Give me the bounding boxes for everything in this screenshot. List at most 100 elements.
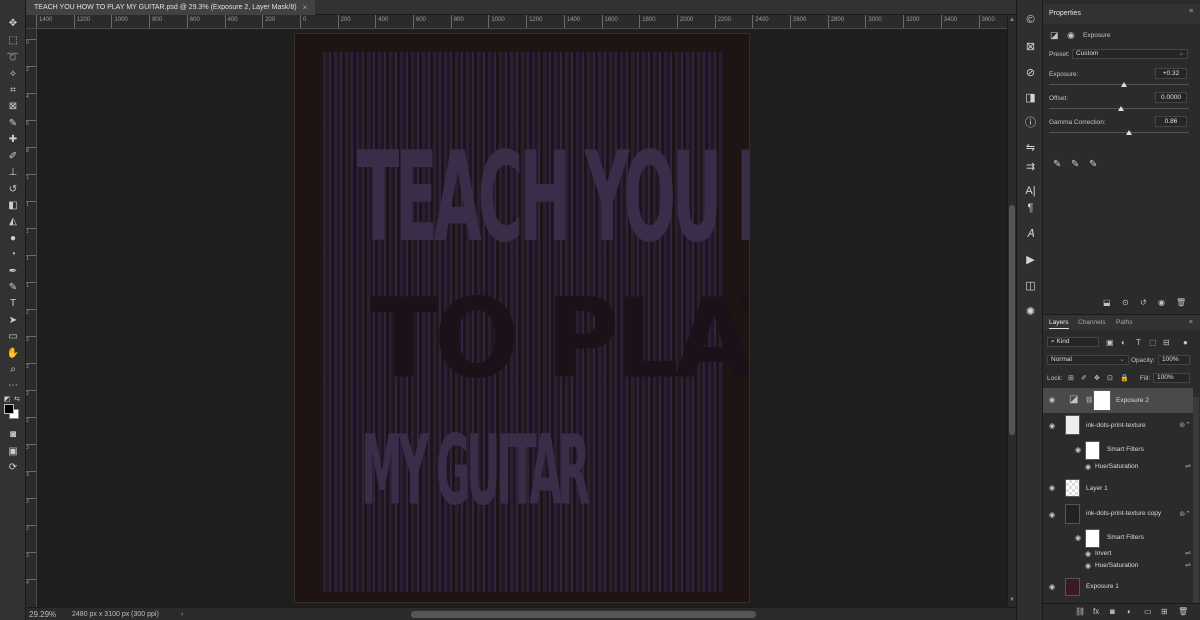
filter-type-icon[interactable]: T bbox=[1136, 338, 1141, 347]
blur-tool-icon[interactable]: ● bbox=[4, 231, 22, 245]
reset-adjustment-icon[interactable]: ↺ bbox=[1140, 298, 1147, 307]
layers-menu-icon[interactable]: ≡ bbox=[1189, 319, 1193, 326]
lasso-tool-icon[interactable]: ➰ bbox=[4, 50, 22, 64]
move-tool-icon[interactable]: ✥ bbox=[4, 16, 22, 30]
layer-mask-icon[interactable]: ◉ bbox=[1067, 30, 1075, 41]
crop-tool-icon[interactable]: ⌗ bbox=[4, 83, 22, 97]
visibility-eye-icon[interactable]: ◉ bbox=[1049, 396, 1055, 404]
clip-to-layer-icon[interactable]: ⬓ bbox=[1103, 298, 1111, 307]
layer-row-ink-dots[interactable]: ◉ ink-dots-print-texture ⊚⌃ bbox=[1043, 413, 1193, 439]
screen-mode-icon[interactable]: ▣ bbox=[4, 444, 22, 458]
character-panel-icon[interactable]: A| bbox=[1021, 183, 1040, 199]
smart-filter-badge-icon[interactable]: ⊚⌃ bbox=[1179, 421, 1191, 429]
visibility-eye-icon[interactable]: ◉ bbox=[1049, 484, 1055, 492]
pen-tool-icon[interactable]: ✒ bbox=[4, 264, 22, 278]
lock-all-icon[interactable]: 🔒 bbox=[1120, 374, 1129, 382]
lock-transparent-icon[interactable]: ⊞ bbox=[1068, 374, 1074, 382]
exposure-slider[interactable] bbox=[1049, 82, 1189, 87]
rectangle-tool-icon[interactable]: ▭ bbox=[4, 329, 22, 343]
blend-mode-select[interactable]: Normal ⌄ bbox=[1047, 355, 1129, 365]
properties-panel-icon[interactable]: ⊠ bbox=[1021, 38, 1040, 54]
paragraph-panel-icon[interactable]: ¶ bbox=[1021, 200, 1040, 216]
hand-tool-icon[interactable]: ✋ bbox=[4, 346, 22, 360]
vertical-scrollbar[interactable]: ▲ ▼ bbox=[1007, 15, 1016, 607]
visibility-eye-icon[interactable]: ◉ bbox=[1085, 463, 1091, 471]
layer-row-exposure-2[interactable]: ◉ ◪ ⛓ Exposure 2 bbox=[1043, 388, 1193, 413]
lock-pixels-icon[interactable]: ✐ bbox=[1081, 374, 1087, 382]
paint-bucket-tool-icon[interactable]: ◭ bbox=[4, 214, 22, 228]
brush-settings-icon[interactable]: ⇉ bbox=[1021, 158, 1040, 174]
toggle-visibility-icon[interactable]: ◉ bbox=[1158, 298, 1165, 307]
status-menu-arrow[interactable]: › bbox=[181, 611, 183, 618]
delete-adjustment-icon[interactable]: 🗑 bbox=[1176, 298, 1186, 307]
visibility-eye-icon[interactable]: ◉ bbox=[1085, 562, 1091, 570]
black-eyedropper-icon[interactable]: ✎ bbox=[1053, 159, 1061, 170]
link-layers-icon[interactable]: ⛓ bbox=[1075, 607, 1085, 616]
layer-row-ink-dots-copy[interactable]: ◉ ink-dots-print-texture copy ⊚⌃ bbox=[1043, 502, 1193, 528]
share-icon[interactable]: ⟳ bbox=[4, 460, 22, 474]
document-tab[interactable]: TEACH YOU HOW TO PLAY MY GUITAR.psd @ 29… bbox=[26, 0, 316, 15]
filter-row-hue-saturation-2[interactable]: ◉ Hue/Saturation ⇌ bbox=[1043, 561, 1193, 573]
view-previous-state-icon[interactable]: ⊙ bbox=[1122, 298, 1129, 307]
navigator-icon[interactable]: ✺ bbox=[1021, 303, 1040, 319]
adjustments-icon[interactable]: ◨ bbox=[1021, 89, 1040, 105]
type-tool-icon[interactable]: T bbox=[4, 296, 22, 310]
layer-filter-select[interactable]: ⌕ Kind bbox=[1047, 337, 1099, 347]
foreground-color-swatch[interactable] bbox=[4, 404, 14, 414]
layer-style-fx-icon[interactable]: fx bbox=[1093, 607, 1099, 616]
filter-adjustment-icon[interactable]: ◐ bbox=[1121, 338, 1126, 347]
gamma-value-field[interactable]: 0.86 bbox=[1155, 116, 1187, 127]
filter-options-icon[interactable]: ⇌ bbox=[1185, 549, 1191, 557]
more-tools-icon[interactable]: ⋯ bbox=[4, 378, 22, 392]
filter-options-icon[interactable]: ⇌ bbox=[1185, 462, 1191, 470]
gamma-slider-knob[interactable] bbox=[1126, 130, 1132, 135]
eyedropper-tool-icon[interactable]: ✎ bbox=[4, 116, 22, 130]
magic-wand-tool-icon[interactable]: ✧ bbox=[4, 67, 22, 81]
marquee-tool-icon[interactable]: ⬚ bbox=[4, 33, 22, 47]
gamma-slider[interactable] bbox=[1049, 130, 1189, 135]
tab-channels[interactable]: Channels bbox=[1078, 319, 1105, 326]
scroll-up-icon[interactable]: ▲ bbox=[1008, 17, 1016, 23]
horizontal-scroll-thumb[interactable] bbox=[411, 611, 756, 618]
smart-filters-row-2[interactable]: ◉ Smart Filters bbox=[1043, 528, 1193, 548]
creative-cloud-icon[interactable]: © bbox=[1021, 12, 1040, 28]
document-canvas[interactable]: TEACH YOU HOW TO PLAY MY GUITAR bbox=[294, 33, 750, 603]
clone-stamp-tool-icon[interactable]: ⊥ bbox=[4, 165, 22, 179]
info-icon[interactable]: ⓘ bbox=[1021, 114, 1040, 130]
layer-row-exposure-1[interactable]: ◉ Exposure 1 bbox=[1043, 576, 1193, 598]
visibility-eye-icon[interactable]: ◉ bbox=[1049, 511, 1055, 519]
visibility-eye-icon[interactable]: ◉ bbox=[1085, 550, 1091, 558]
fill-field[interactable]: 100% bbox=[1153, 373, 1190, 383]
zoom-level[interactable]: 29.29% bbox=[26, 610, 66, 619]
visibility-eye-icon[interactable]: ◉ bbox=[1075, 534, 1081, 542]
filter-shape-icon[interactable]: ⬚ bbox=[1149, 338, 1157, 347]
gray-eyedropper-icon[interactable]: ✎ bbox=[1071, 159, 1079, 170]
visibility-eye-icon[interactable]: ◉ bbox=[1049, 422, 1055, 430]
delete-layer-icon[interactable]: 🗑 bbox=[1178, 607, 1188, 616]
filter-mask-thumbnail[interactable] bbox=[1085, 441, 1100, 460]
pen-tool-alt-icon[interactable]: ✎ bbox=[4, 280, 22, 294]
scroll-down-icon[interactable]: ▼ bbox=[1008, 597, 1016, 603]
layer-comps-icon[interactable]: ⇋ bbox=[1021, 139, 1040, 155]
quick-mask-icon[interactable]: ◙ bbox=[4, 427, 22, 441]
zoom-tool-icon[interactable]: ⌕ bbox=[4, 362, 22, 376]
layers-scrollbar[interactable] bbox=[1193, 397, 1199, 603]
filter-options-icon[interactable]: ⇌ bbox=[1185, 561, 1191, 569]
filter-toggle-icon[interactable]: ● bbox=[1183, 338, 1188, 347]
smart-filters-row[interactable]: ◉ Smart Filters bbox=[1043, 440, 1193, 460]
eraser-tool-icon[interactable]: ◧ bbox=[4, 198, 22, 212]
canvas-workspace[interactable]: TEACH YOU HOW TO PLAY MY GUITAR bbox=[37, 29, 1007, 607]
glyphs-panel-icon[interactable]: 𝐴 bbox=[1021, 226, 1040, 242]
exposure-slider-knob[interactable] bbox=[1121, 82, 1127, 87]
offset-slider-knob[interactable] bbox=[1118, 106, 1124, 111]
vertical-scroll-thumb[interactable] bbox=[1009, 205, 1015, 435]
smart-filter-badge-icon[interactable]: ⊚⌃ bbox=[1179, 510, 1191, 518]
actions-play-icon[interactable]: ▶ bbox=[1021, 251, 1040, 267]
visibility-eye-icon[interactable]: ◉ bbox=[1075, 446, 1081, 454]
add-mask-icon[interactable]: ◙ bbox=[1110, 607, 1115, 616]
opacity-field[interactable]: 100% bbox=[1158, 355, 1190, 365]
exposure-value-field[interactable]: +0.32 bbox=[1155, 68, 1187, 79]
offset-value-field[interactable]: 0.0000 bbox=[1155, 92, 1187, 103]
offset-slider[interactable] bbox=[1049, 106, 1189, 111]
filter-row-invert[interactable]: ◉ Invert ⇌ bbox=[1043, 549, 1193, 561]
